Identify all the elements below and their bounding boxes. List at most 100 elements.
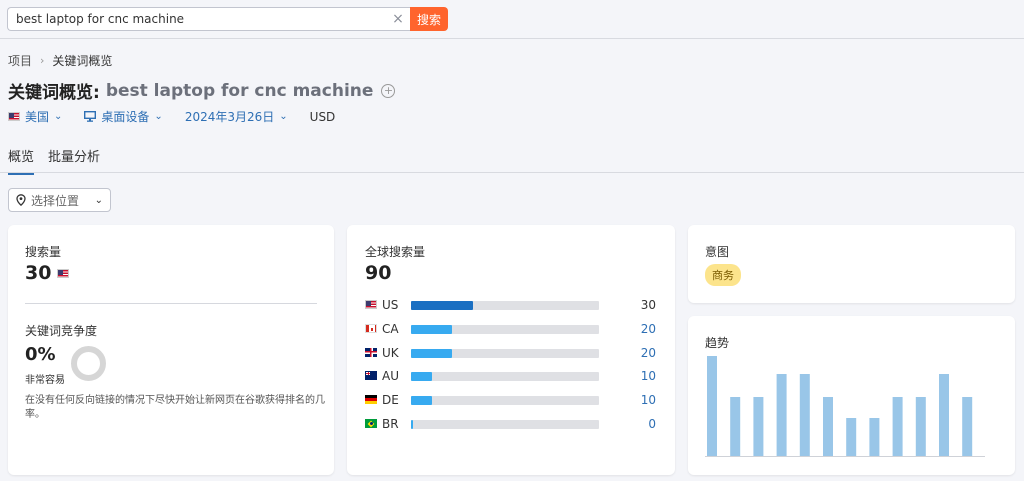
trend-bar	[730, 397, 741, 456]
ca-flag-icon	[365, 323, 377, 333]
trend-bar-chart	[705, 356, 985, 457]
trend-card: 趋势	[688, 316, 1015, 475]
volume-card: 搜索量 30 关键词竞争度 0% 非常容易 在没有任何反向链接的情况下尽快开始让…	[8, 225, 334, 475]
chevron-down-icon: ⌄	[154, 111, 163, 122]
country-row-au[interactable]: AU 10	[365, 369, 660, 383]
intent-label: 意图	[705, 245, 730, 259]
kd-level: 非常容易	[25, 375, 65, 386]
page-title-label: 关键词概览:	[8, 83, 100, 103]
country-volume: 10	[640, 393, 656, 408]
page-title-keyword: best laptop for cnc machine	[105, 80, 374, 101]
clear-icon[interactable]: ×	[390, 10, 406, 28]
us-flag-icon	[57, 268, 70, 278]
select-location-button[interactable]: 选择位置 ⌄	[8, 188, 111, 212]
country-bar-fill	[411, 396, 432, 406]
country-bar-fill	[411, 324, 452, 334]
breadcrumb: 项目 › 关键词概览	[8, 52, 112, 69]
country-bar-track	[411, 372, 599, 382]
country-volume: 0	[648, 417, 656, 431]
location-pin-icon	[16, 194, 26, 206]
top-bar: × 搜索	[0, 0, 1024, 39]
country-volume: 20	[640, 321, 656, 336]
country-filter[interactable]: 美国 ⌄	[8, 108, 62, 125]
country-volume: 20	[640, 345, 656, 360]
trend-bar	[776, 374, 787, 456]
country-code: AU	[382, 369, 399, 384]
intent-card: 意图 商务	[688, 225, 1015, 303]
kd-donut-chart	[71, 346, 106, 381]
country-row-de[interactable]: DE 10	[365, 393, 660, 407]
device-filter[interactable]: 桌面设备 ⌄	[84, 108, 163, 125]
tabs-divider	[0, 172, 1024, 173]
trend-label: 趋势	[705, 336, 730, 350]
country-code: BR	[382, 417, 399, 431]
kd-description: 在没有任何反向链接的情况下尽快开始让新网页在谷歌获得排名的几率。	[25, 395, 325, 420]
trend-bar	[869, 418, 880, 456]
date-filter[interactable]: 2024年3月26日 ⌄	[185, 108, 288, 125]
us-flag-icon	[365, 300, 377, 309]
date-filter-label: 2024年3月26日	[184, 110, 275, 124]
trend-bar	[753, 397, 764, 456]
country-bar-track	[411, 301, 599, 310]
global-volume-card: 全球搜索量 90 US 30 CA 20 UK 20 AU 10 DE 10 BR 0	[347, 225, 675, 475]
country-row-uk[interactable]: UK 20	[365, 346, 660, 360]
chevron-right-icon: ›	[40, 54, 45, 67]
country-bar-track	[411, 420, 599, 429]
country-volume: 30	[640, 298, 656, 312]
breadcrumb-root[interactable]: 项目	[8, 52, 32, 69]
trend-bar	[939, 374, 949, 456]
device-filter-label: 桌面设备	[101, 110, 150, 124]
currency-value: USD	[309, 109, 336, 124]
filter-bar: 美国 ⌄ 桌面设备 ⌄ 2024年3月26日 ⌄ USD	[8, 108, 335, 125]
chevron-down-icon: ⌄	[54, 111, 63, 122]
global-volume-label: 全球搜索量	[365, 245, 426, 259]
trend-bar	[707, 356, 717, 456]
breadcrumb-current: 关键词概览	[52, 54, 113, 68]
kd-value: 0%	[25, 344, 56, 365]
kd-label: 关键词竞争度	[25, 324, 98, 338]
volume-label: 搜索量	[25, 245, 62, 259]
uk-flag-icon	[365, 347, 377, 357]
country-bar-fill	[411, 301, 473, 310]
country-code: DE	[382, 393, 399, 408]
volume-value: 30	[25, 262, 52, 284]
search-input[interactable]	[7, 7, 410, 31]
country-bar-track	[411, 348, 599, 358]
country-code: CA	[382, 321, 399, 336]
country-row-br[interactable]: BR 0	[365, 417, 660, 431]
select-location-label: 选择位置	[31, 193, 80, 208]
volume-value-row: 30	[25, 262, 70, 284]
de-flag-icon	[365, 395, 377, 405]
country-bar-track	[411, 396, 599, 406]
chevron-down-icon: ⌄	[279, 111, 288, 122]
trend-bar	[823, 397, 833, 456]
global-volume-value: 90	[365, 262, 392, 284]
divider	[25, 303, 317, 304]
trend-bar	[962, 397, 973, 456]
br-flag-icon	[365, 419, 377, 428]
country-code: UK	[382, 345, 399, 360]
country-bar-fill	[411, 420, 413, 429]
trend-bar	[846, 418, 857, 456]
add-to-list-icon[interactable]: +	[381, 83, 396, 98]
chevron-down-icon: ⌄	[94, 194, 103, 206]
intent-badge: 商务	[705, 264, 741, 286]
country-filter-label: 美国	[25, 110, 50, 124]
tab-bar: 概览 批量分析	[8, 146, 100, 175]
au-flag-icon	[365, 371, 377, 381]
country-bar-fill	[411, 372, 432, 382]
desktop-icon	[84, 111, 97, 122]
trend-bar	[915, 397, 926, 456]
tab-bulk-analysis[interactable]: 批量分析	[48, 146, 100, 175]
trend-bar	[799, 374, 810, 456]
page-title: 关键词概览: best laptop for cnc machine +	[8, 78, 396, 103]
currency-label: USD	[310, 110, 336, 124]
country-row-us[interactable]: US 30	[365, 298, 660, 312]
search-bar: × 搜索	[7, 7, 448, 31]
us-flag-icon	[8, 112, 20, 121]
tab-overview[interactable]: 概览	[8, 146, 35, 175]
country-bar-track	[411, 324, 599, 334]
country-volume: 10	[640, 369, 656, 384]
search-button[interactable]: 搜索	[410, 7, 448, 31]
country-row-ca[interactable]: CA 20	[365, 322, 660, 336]
